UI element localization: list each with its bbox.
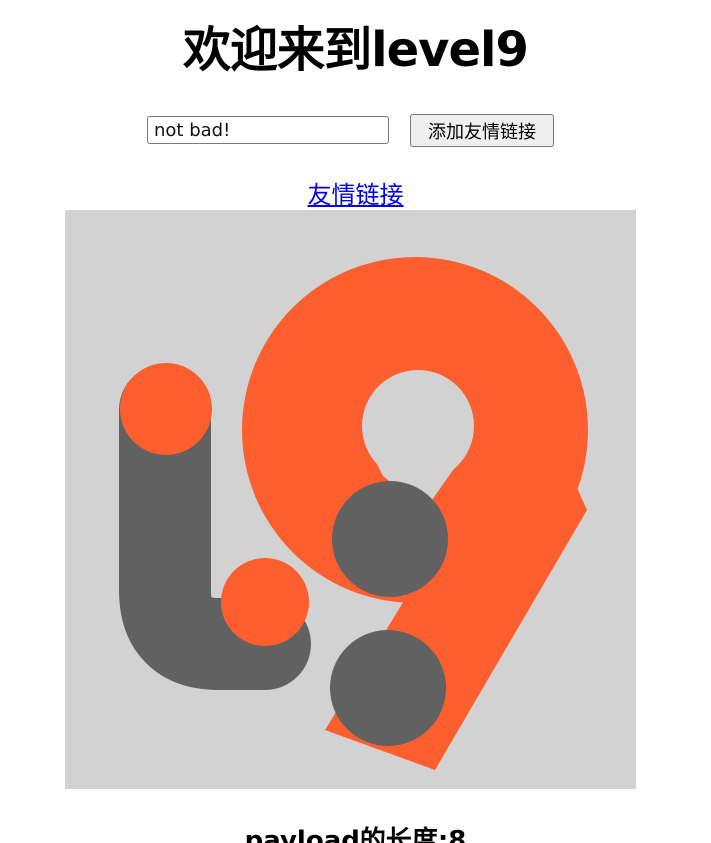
logo-nine-bottom-dot: [330, 630, 446, 746]
logo-nine-middle-dot: [332, 481, 448, 597]
page-title: 欢迎来到level9: [183, 22, 529, 78]
payload-length-text: payload的长度:8: [244, 826, 467, 843]
add-link-form: 添加友情链接: [147, 112, 567, 150]
add-friend-link-button[interactable]: 添加友情链接: [410, 114, 554, 147]
logo-l-corner-dot: [221, 558, 309, 646]
keyword-input[interactable]: [147, 116, 389, 144]
friend-link-container: 友情链接: [0, 180, 711, 210]
level9-logo-image: [65, 210, 636, 789]
l9-logo-icon: [119, 257, 588, 770]
logo-l-top-dot: [120, 363, 212, 455]
friend-link[interactable]: 友情链接: [308, 181, 404, 209]
page: 欢迎来到level9 添加友情链接 友情链接 payload的长度:8: [0, 0, 711, 843]
